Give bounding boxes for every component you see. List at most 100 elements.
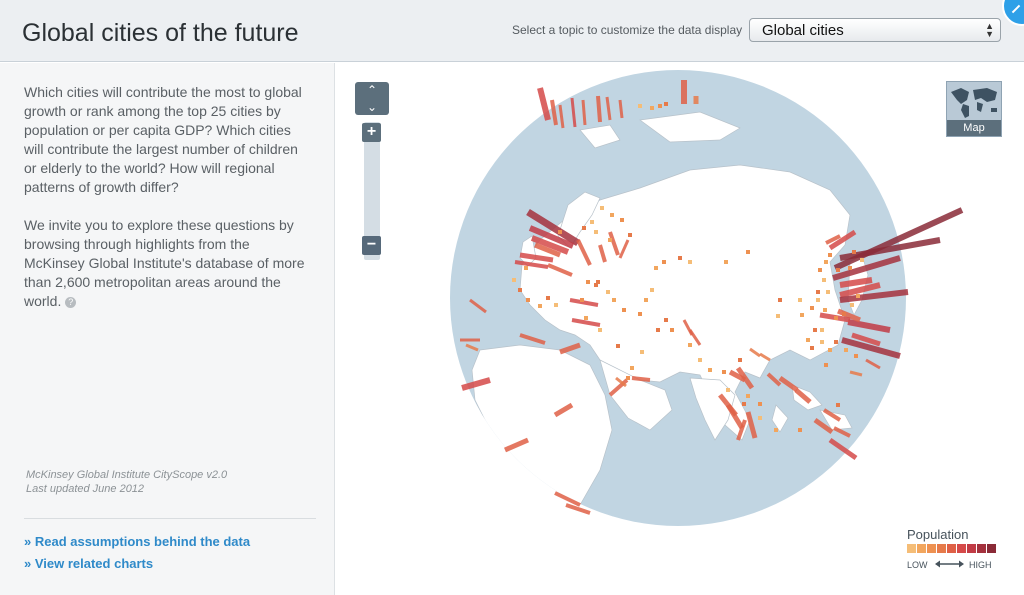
city-marker[interactable] (776, 314, 780, 318)
city-marker[interactable] (758, 416, 762, 420)
city-marker[interactable] (850, 303, 854, 307)
city-marker[interactable] (620, 218, 624, 222)
city-marker[interactable] (806, 338, 810, 342)
zoom-in-button[interactable]: + (362, 123, 381, 142)
city-marker[interactable] (834, 340, 838, 344)
city-marker[interactable] (546, 296, 550, 300)
city-marker[interactable] (836, 403, 840, 407)
city-marker[interactable] (538, 304, 542, 308)
city-marker[interactable] (630, 366, 634, 370)
city-marker[interactable] (836, 268, 840, 272)
city-marker[interactable] (860, 258, 864, 262)
city-marker[interactable] (608, 238, 612, 242)
city-marker[interactable] (650, 288, 654, 292)
city-marker[interactable] (813, 328, 817, 332)
city-bar[interactable] (581, 99, 587, 126)
city-marker[interactable] (598, 328, 602, 332)
zoom-out-button[interactable]: − (362, 236, 381, 255)
city-marker[interactable] (554, 303, 558, 307)
city-marker[interactable] (708, 368, 712, 372)
pan-down-button[interactable]: ⌄ (355, 99, 389, 115)
city-marker[interactable] (512, 278, 516, 282)
city-marker[interactable] (820, 328, 824, 332)
city-marker[interactable] (612, 298, 616, 302)
city-marker[interactable] (852, 250, 856, 254)
city-marker[interactable] (600, 206, 604, 210)
city-marker[interactable] (628, 233, 632, 237)
city-marker[interactable] (664, 318, 668, 322)
city-marker[interactable] (822, 278, 826, 282)
city-marker[interactable] (810, 346, 814, 350)
city-marker[interactable] (800, 313, 804, 317)
city-marker[interactable] (582, 226, 586, 230)
city-marker[interactable] (746, 394, 750, 398)
city-marker[interactable] (670, 328, 674, 332)
city-marker[interactable] (820, 340, 824, 344)
city-marker[interactable] (798, 298, 802, 302)
city-marker[interactable] (622, 308, 626, 312)
city-marker[interactable] (594, 230, 598, 234)
city-marker[interactable] (580, 298, 584, 302)
city-marker[interactable] (726, 388, 730, 392)
city-marker[interactable] (638, 312, 642, 316)
city-marker[interactable] (584, 316, 588, 320)
city-marker[interactable] (626, 376, 630, 380)
city-marker[interactable] (664, 102, 668, 106)
city-marker[interactable] (798, 428, 802, 432)
city-marker[interactable] (774, 428, 778, 432)
city-marker[interactable] (526, 298, 530, 302)
city-marker[interactable] (738, 358, 742, 362)
city-marker[interactable] (778, 298, 782, 302)
city-marker[interactable] (816, 290, 820, 294)
city-marker[interactable] (596, 280, 600, 284)
pan-up-button[interactable]: ⌃ (355, 82, 389, 98)
city-marker[interactable] (742, 402, 746, 406)
city-marker[interactable] (586, 280, 590, 284)
city-marker[interactable] (688, 260, 692, 264)
city-bar[interactable] (618, 99, 624, 119)
city-marker[interactable] (656, 328, 660, 332)
globe-map[interactable] (0, 0, 1024, 595)
city-marker[interactable] (722, 370, 726, 374)
city-marker[interactable] (678, 256, 682, 260)
city-marker[interactable] (644, 298, 648, 302)
city-marker[interactable] (524, 266, 528, 270)
city-marker[interactable] (810, 306, 814, 310)
city-marker[interactable] (758, 402, 762, 406)
city-marker[interactable] (616, 344, 620, 348)
city-marker[interactable] (844, 348, 848, 352)
city-marker[interactable] (724, 260, 728, 264)
city-marker[interactable] (610, 213, 614, 217)
city-bar[interactable] (631, 376, 651, 382)
city-marker[interactable] (823, 308, 827, 312)
city-marker[interactable] (828, 253, 832, 257)
city-bar[interactable] (596, 95, 602, 123)
city-marker[interactable] (688, 343, 692, 347)
city-marker[interactable] (654, 266, 658, 270)
city-marker[interactable] (658, 104, 662, 108)
city-marker[interactable] (818, 268, 822, 272)
city-marker[interactable] (824, 260, 828, 264)
city-marker[interactable] (638, 104, 642, 108)
city-marker[interactable] (662, 260, 666, 264)
city-marker[interactable] (856, 294, 860, 298)
city-marker[interactable] (834, 316, 838, 320)
city-marker[interactable] (640, 350, 644, 354)
city-marker[interactable] (816, 298, 820, 302)
city-marker[interactable] (590, 220, 594, 224)
city-marker[interactable] (848, 266, 852, 270)
legend-swatch (977, 544, 986, 553)
city-marker[interactable] (698, 358, 702, 362)
city-marker[interactable] (828, 348, 832, 352)
city-marker[interactable] (558, 230, 562, 234)
city-marker[interactable] (606, 290, 610, 294)
city-bar[interactable] (537, 87, 551, 121)
map-view-button[interactable]: Map (946, 81, 1002, 137)
city-marker[interactable] (854, 354, 858, 358)
city-marker[interactable] (746, 250, 750, 254)
city-marker[interactable] (518, 288, 522, 292)
city-marker[interactable] (842, 312, 846, 316)
city-marker[interactable] (824, 363, 828, 367)
city-marker[interactable] (826, 290, 830, 294)
city-marker[interactable] (650, 106, 654, 110)
